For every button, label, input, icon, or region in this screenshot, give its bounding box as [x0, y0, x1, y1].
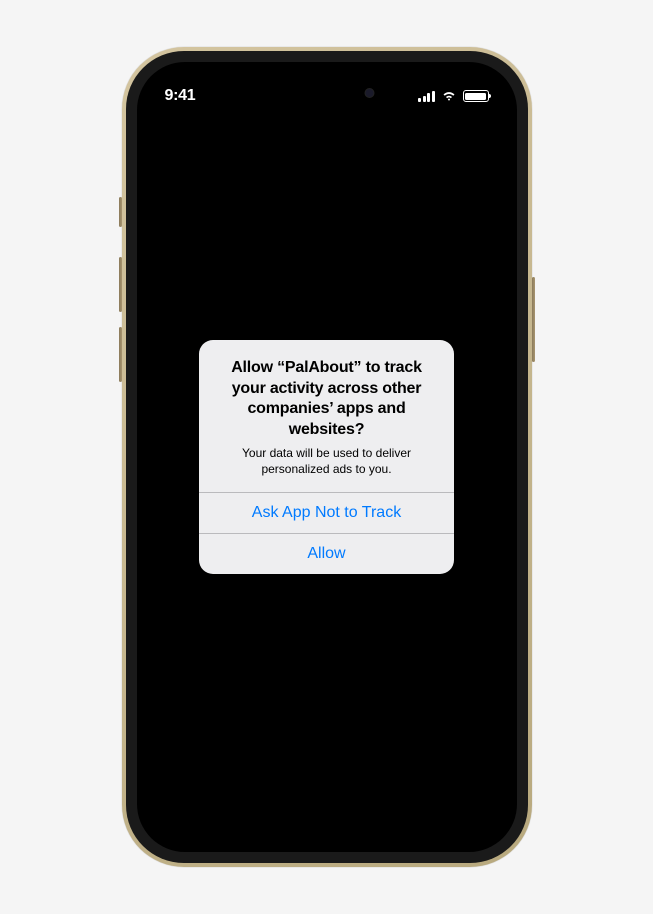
- status-time: 9:41: [165, 87, 196, 105]
- dialog-message: Your data will be used to deliver person…: [215, 445, 438, 477]
- status-icons: [418, 90, 489, 102]
- volume-up-button: [119, 257, 122, 312]
- wifi-icon: [441, 90, 457, 102]
- tracking-permission-dialog: Allow “PalAbout” to track your activity …: [199, 340, 454, 575]
- dialog-overlay: Allow “PalAbout” to track your activity …: [137, 62, 517, 852]
- phone-device-frame: 9:41: [122, 47, 532, 867]
- front-camera: [364, 88, 374, 98]
- dynamic-island: [269, 76, 384, 109]
- ask-not-to-track-button[interactable]: Ask App Not to Track: [199, 492, 454, 533]
- volume-down-button: [119, 327, 122, 382]
- phone-bezel: 9:41: [126, 51, 528, 863]
- allow-button[interactable]: Allow: [199, 533, 454, 574]
- dialog-title: Allow “PalAbout” to track your activity …: [215, 358, 438, 441]
- phone-screen: 9:41: [137, 62, 517, 852]
- dialog-buttons: Ask App Not to Track Allow: [199, 492, 454, 574]
- battery-icon: [463, 90, 489, 102]
- dialog-content: Allow “PalAbout” to track your activity …: [199, 340, 454, 493]
- mute-switch: [119, 197, 122, 227]
- cellular-signal-icon: [418, 91, 435, 102]
- power-button: [532, 277, 535, 362]
